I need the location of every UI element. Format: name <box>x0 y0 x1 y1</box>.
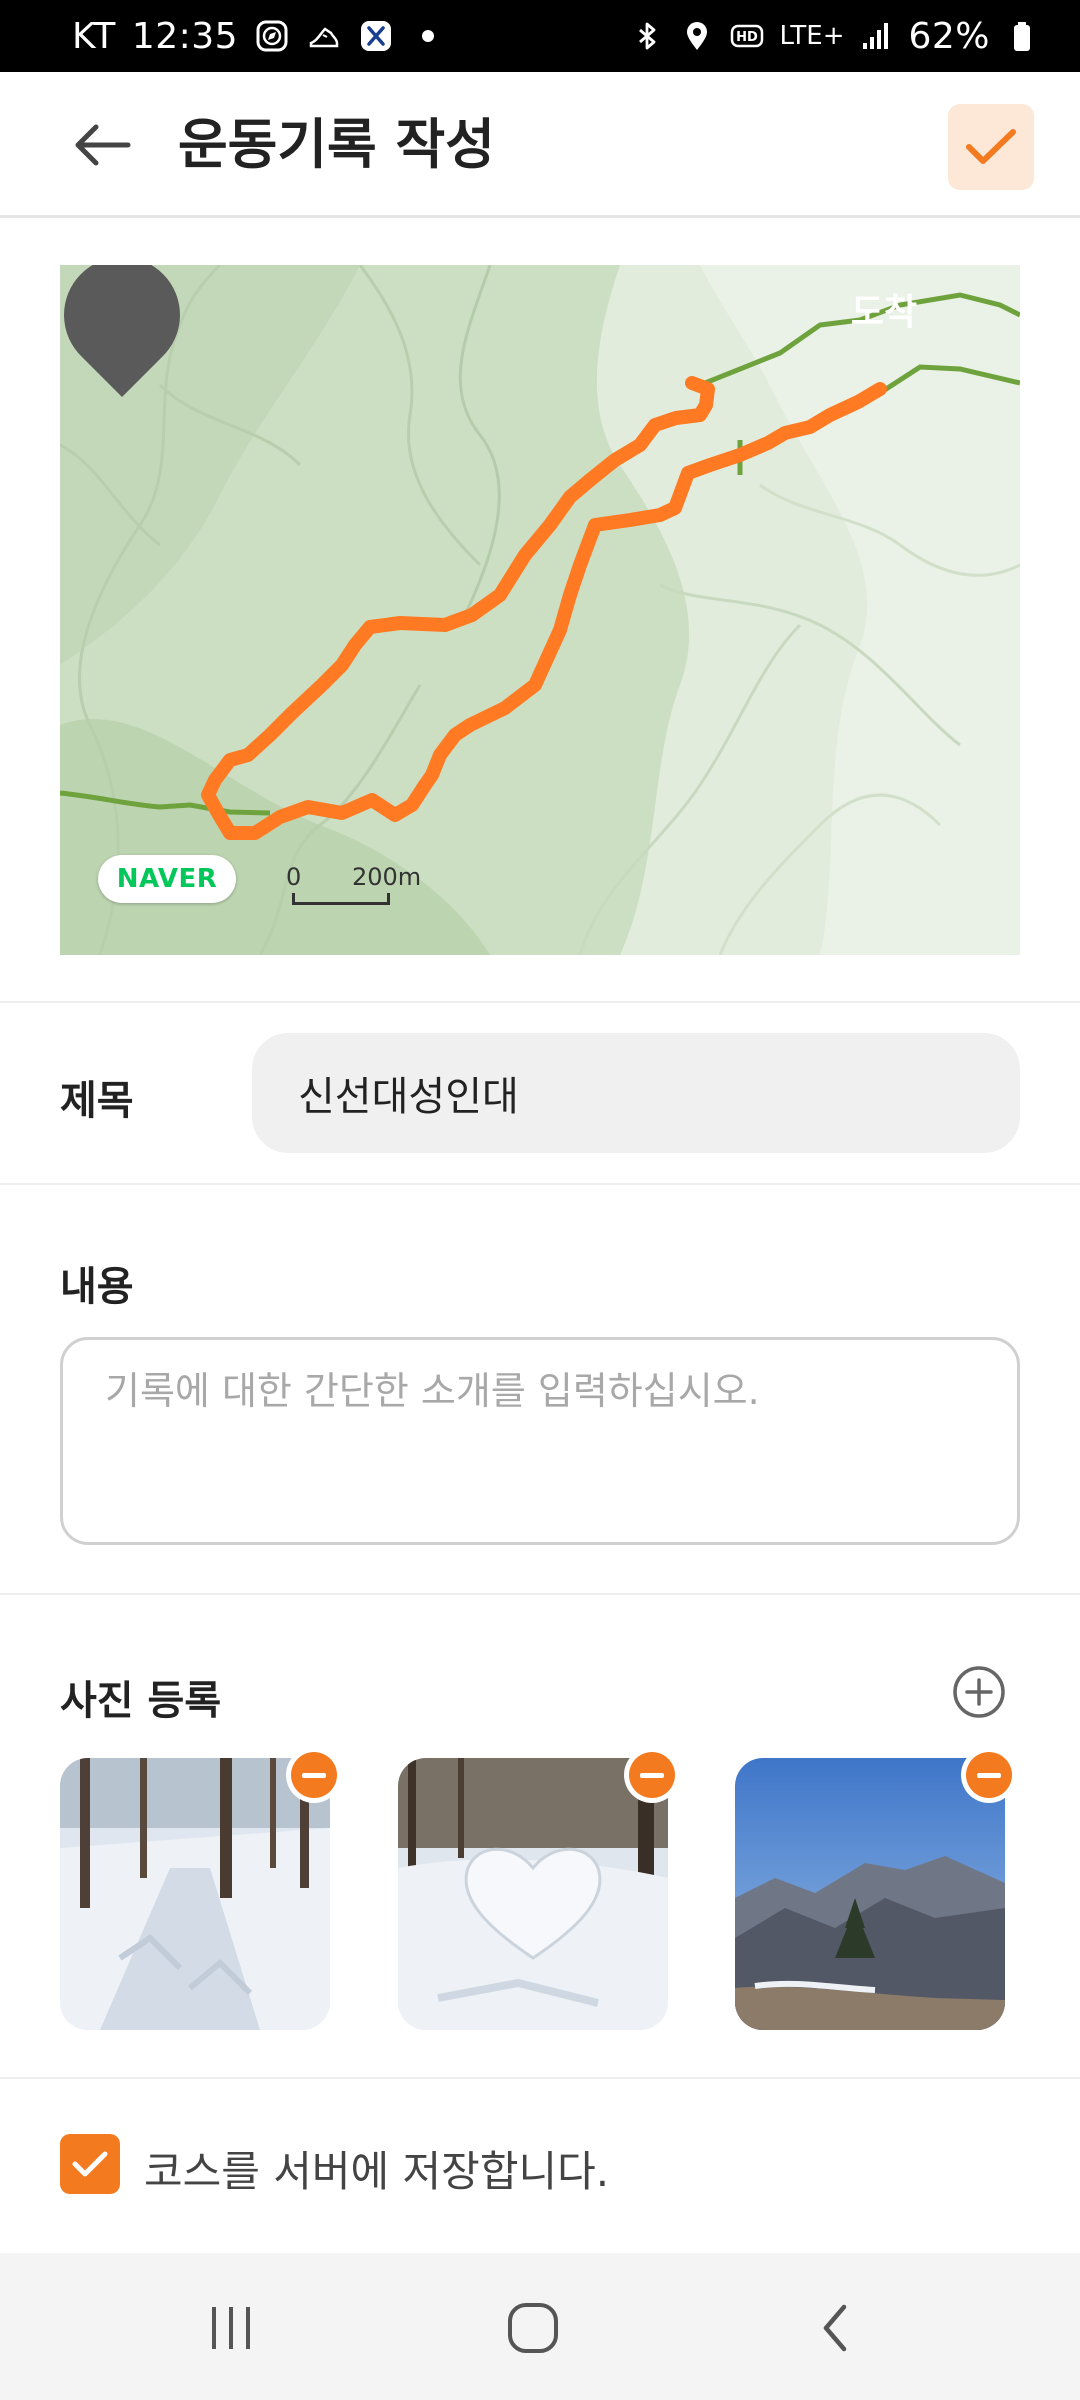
recents-button[interactable] <box>191 2298 271 2358</box>
battery-icon <box>1004 18 1040 54</box>
add-photo-button[interactable] <box>952 1665 1006 1719</box>
minus-circle-icon <box>291 1752 337 1798</box>
battery-percent: 62% <box>908 15 990 57</box>
content-textarea[interactable]: 기록에 대한 간단한 소개를 입력하십시오. <box>60 1337 1020 1545</box>
hd-icon: HD <box>729 18 765 54</box>
signal-icon <box>858 18 894 54</box>
title-label: 제목 <box>60 1078 134 1124</box>
route-path <box>201 376 887 840</box>
section-divider <box>0 1183 1080 1185</box>
naver-logo: NAVER <box>98 855 236 903</box>
save-course-label[interactable]: 코스를 서버에 저장합니다. <box>144 2138 609 2199</box>
home-icon <box>508 2303 558 2353</box>
app-header: 운동기록 작성 <box>0 72 1080 218</box>
scale-distance-label: 200m <box>352 863 422 891</box>
x-app-icon <box>358 18 394 54</box>
scale-zero-label: 0 <box>286 863 302 891</box>
dot-icon <box>410 18 446 54</box>
photo-label: 사진 등록 <box>60 1678 222 1724</box>
running-shoe-icon <box>306 18 342 54</box>
check-icon <box>72 2151 108 2177</box>
carrier-label: KT <box>72 15 116 57</box>
plus-circle-icon <box>953 1666 1005 1718</box>
snow-heart-photo <box>398 1758 668 2030</box>
route-map[interactable]: 도착 NAVER 0 200m <box>60 265 1020 955</box>
home-button[interactable] <box>493 2298 573 2358</box>
section-divider <box>0 2077 1080 2079</box>
status-right: HD LTE+ 62% <box>629 16 1040 57</box>
nav-back-icon <box>823 2304 847 2352</box>
scale-bar <box>292 893 390 905</box>
page-title: 운동기록 작성 <box>178 113 495 176</box>
compass-icon <box>254 18 290 54</box>
section-divider <box>0 1593 1080 1595</box>
content-label: 내용 <box>60 1264 134 1310</box>
snowy-trail-photo <box>60 1758 330 2030</box>
check-icon <box>966 129 1016 164</box>
remove-photo-button[interactable] <box>624 1747 680 1803</box>
remove-photo-button[interactable] <box>286 1747 342 1803</box>
section-divider <box>0 1001 1080 1003</box>
status-left: KT 12:35 <box>72 16 629 57</box>
back-button[interactable] <box>62 112 142 178</box>
arrival-label: 도착 <box>850 292 918 333</box>
recents-icon <box>212 2307 250 2349</box>
clock: 12:35 <box>131 15 239 57</box>
title-input[interactable]: 신선대성인대 <box>252 1033 1020 1153</box>
photo-thumbnail[interactable] <box>60 1758 330 2030</box>
bluetooth-icon <box>629 18 665 54</box>
arrival-pin-icon <box>64 265 180 397</box>
status-bar: KT 12:35 HD LTE+ 62% <box>0 0 1080 72</box>
location-icon <box>679 18 715 54</box>
nav-back-button[interactable] <box>796 2298 876 2358</box>
confirm-button[interactable] <box>948 104 1034 190</box>
minus-circle-icon <box>966 1752 1012 1798</box>
network-type: LTE+ <box>779 21 845 51</box>
photo-thumbnail[interactable] <box>398 1758 668 2030</box>
system-nav-bar <box>0 2253 1080 2400</box>
photo-thumbnail[interactable] <box>735 1758 1005 2030</box>
remove-photo-button[interactable] <box>961 1747 1017 1803</box>
svg-text:HD: HD <box>737 30 759 45</box>
save-course-checkbox[interactable] <box>60 2134 120 2194</box>
minus-circle-icon <box>629 1752 675 1798</box>
mountain-view-photo <box>735 1758 1005 2030</box>
arrow-left-icon <box>75 124 131 166</box>
